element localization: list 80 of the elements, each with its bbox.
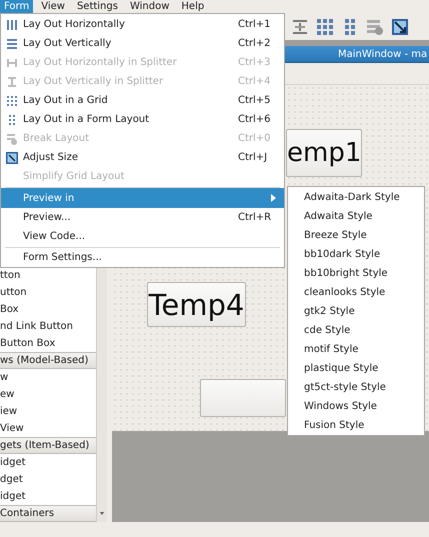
menu-item-label: Lay Out Vertically: [23, 38, 112, 49]
menu-item[interactable]: Windows Style: [288, 397, 424, 416]
widget-list-item[interactable]: Button Box: [0, 335, 96, 352]
shortcut-label: Ctrl+1: [238, 19, 272, 30]
menu-item[interactable]: Breeze Style: [288, 226, 424, 245]
menu-item[interactable]: Preview... Ctrl+R: [1, 208, 284, 227]
menu-item-label: Break Layout: [23, 133, 90, 144]
menu-item-label: Adjust Size: [23, 152, 79, 163]
form-layout-icon: [6, 114, 18, 126]
scroll-down-icon[interactable]: [99, 511, 105, 516]
menu-item[interactable]: Preview in: [1, 188, 284, 208]
menu-item[interactable]: bb10dark Style: [288, 245, 424, 264]
menu-item[interactable]: Lay Out Horizontally Ctrl+1: [1, 15, 284, 34]
shortcut-label: Ctrl+0: [238, 133, 272, 144]
adjust-size-icon: [6, 152, 18, 164]
menu-item-label: Preview in: [23, 192, 76, 204]
horizontal-splitter-icon: [6, 56, 18, 68]
menu-item-label: Simplify Grid Layout: [23, 171, 126, 182]
menu-title[interactable]: Window: [126, 0, 174, 13]
menu-item-label: View Code...: [23, 231, 86, 242]
menu-title[interactable]: Form: [0, 0, 34, 13]
menu-item[interactable]: gt5ct-style Style: [288, 378, 424, 397]
menu-item[interactable]: plastique Style: [288, 359, 424, 378]
menu-item[interactable]: bb10bright Style: [288, 264, 424, 283]
menu-item[interactable]: View Code...: [1, 227, 284, 246]
widget-list-item[interactable]: View: [0, 420, 96, 437]
window-title: MainWindow - ma: [338, 48, 428, 60]
menu-item-label: Form Settings...: [23, 252, 103, 263]
menu-item-label: Lay Out Vertically in Splitter: [23, 76, 164, 87]
menu-title[interactable]: Help: [177, 0, 208, 13]
menu-item[interactable]: Form Settings...: [1, 248, 284, 267]
widget-list-item[interactable]: iew: [0, 403, 96, 420]
widget-list-item[interactable]: dget: [0, 471, 96, 488]
menu-item-label: Lay Out Horizontally: [23, 19, 126, 30]
menu-item[interactable]: cleanlooks Style: [288, 283, 424, 302]
menu-item[interactable]: cde Style: [288, 321, 424, 340]
shortcut-label: Ctrl+R: [238, 212, 272, 223]
widget-list-item[interactable]: nd Link Button: [0, 318, 96, 335]
menu-item[interactable]: Adwaita Style: [288, 207, 424, 226]
grid-icon: [6, 94, 18, 106]
widget-list-item[interactable]: utton: [0, 284, 96, 301]
submenu-arrow-icon: [271, 194, 276, 202]
menu-item[interactable]: motif Style: [288, 340, 424, 359]
shortcut-label: Ctrl+6: [238, 114, 272, 125]
break-layout-icon: [6, 132, 18, 144]
menu-item-label: Lay Out in a Form Layout: [23, 114, 150, 125]
horizontal-layout-icon: [6, 18, 18, 30]
push-button[interactable]: Temp4: [147, 282, 246, 327]
category-header[interactable]: Containers: [0, 505, 96, 522]
menu-item-label: Lay Out in a Grid: [23, 95, 109, 106]
widget-list-item[interactable]: tton: [0, 267, 96, 284]
menu-title[interactable]: Settings: [72, 0, 122, 13]
shortcut-label: Ctrl+5: [238, 95, 272, 106]
push-button[interactable]: [200, 379, 286, 417]
widget-list-item[interactable]: idget: [0, 488, 96, 505]
widget-list-item[interactable]: ew: [0, 386, 96, 403]
category-header[interactable]: ws (Model-Based): [0, 352, 96, 369]
menu-item[interactable]: Lay Out in a Grid Ctrl+5: [1, 91, 284, 110]
menu-item[interactable]: Adwaita-Dark Style: [288, 188, 424, 207]
vertical-layout-icon: [6, 38, 18, 50]
shortcut-label: Ctrl+2: [238, 38, 272, 49]
menu-item-label: Lay Out Horizontally in Splitter: [23, 57, 178, 68]
widget-list-item[interactable]: idget: [0, 454, 96, 471]
vertical-splitter-icon: [6, 76, 18, 88]
menu-item[interactable]: Lay Out Vertically Ctrl+2: [1, 34, 284, 53]
widget-list-item[interactable]: Box: [0, 301, 96, 318]
menu-item-label: Preview...: [23, 212, 72, 223]
widget-list-item[interactable]: w: [0, 369, 96, 386]
category-header[interactable]: gets (Item-Based): [0, 437, 96, 454]
adjust-size-icon[interactable]: [390, 16, 410, 36]
menu-item[interactable]: Lay Out in a Form Layout Ctrl+6: [1, 110, 284, 129]
shortcut-label: Ctrl+3: [238, 57, 272, 68]
push-button[interactable]: emp1: [286, 129, 362, 177]
menu-item[interactable]: gtk2 Style: [288, 302, 424, 321]
menu-item[interactable]: Fusion Style: [288, 416, 424, 435]
shortcut-label: Ctrl+J: [238, 152, 268, 163]
menu-title[interactable]: View: [37, 0, 69, 13]
grid-icon[interactable]: [315, 16, 335, 36]
shortcut-label: Ctrl+4: [238, 76, 272, 87]
menu-item[interactable]: Adjust Size Ctrl+J: [1, 148, 284, 167]
